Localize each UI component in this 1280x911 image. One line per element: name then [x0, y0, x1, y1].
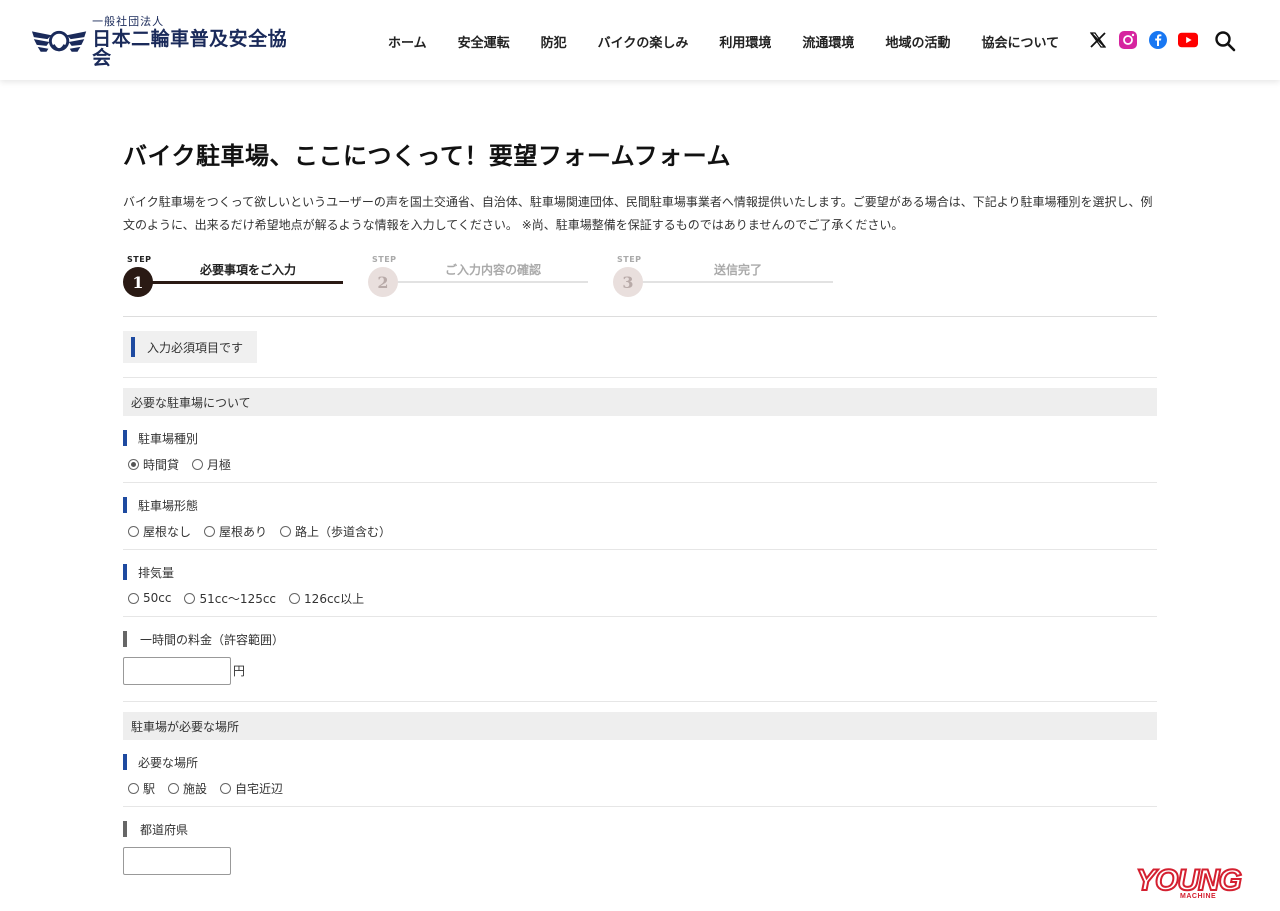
step-indicator: STEP 1 必要事項をご入力 STEP 2 ご入力内容の確認 STEP 3 送… [123, 255, 1157, 317]
radio-button[interactable] [192, 458, 204, 470]
section-parking-location: 駐車場が必要な場所 [123, 712, 1157, 740]
watermark-main: YOUNG [1135, 864, 1243, 897]
nav-bike-fun[interactable]: バイクの楽しみ [598, 32, 689, 51]
step-1: STEP 1 必要事項をご入力 [123, 255, 343, 305]
radio-50cc[interactable]: 50cc [128, 591, 171, 605]
field-displacement: 排気量 50cc 51cc〜125cc 126cc以上 [123, 564, 1157, 617]
section-parking-details: 必要な駐車場について [123, 388, 1157, 416]
radio-near-home[interactable]: 自宅近辺 [220, 780, 283, 797]
nav-usage-environment[interactable]: 利用環境 [719, 32, 771, 51]
fee-unit: 円 [233, 664, 246, 678]
radio-51-125cc[interactable]: 51cc〜125cc [184, 590, 276, 607]
radio-station[interactable]: 駅 [128, 780, 155, 797]
radio-button[interactable] [128, 782, 139, 794]
radio-monthly[interactable]: 月極 [192, 456, 231, 473]
field-label: 排気量 [138, 565, 175, 580]
radio-no-roof[interactable]: 屋根なし [128, 523, 191, 540]
instagram-icon[interactable] [1118, 30, 1138, 50]
social-links [1088, 30, 1208, 50]
page-title: バイク駐車場、ここにつくって！要望フォームフォーム [123, 142, 731, 170]
radio-group: 屋根なし 屋根あり 路上（歩道含む） [123, 523, 1157, 539]
field-parking-type: 駐車場種別 時間貸 月極 [123, 430, 1157, 483]
required-note: 入力必須項目です [123, 331, 258, 363]
field-required-place: 必要な場所 駅 施設 自宅近辺 [123, 754, 1157, 807]
logo-wings-icon [31, 30, 87, 52]
field-prefecture: 都道府県 [123, 821, 1157, 885]
radio-button[interactable] [184, 592, 196, 604]
facebook-icon[interactable] [1148, 30, 1168, 50]
field-hourly-fee: 一時間の料金（許容範囲） 円 [123, 631, 1157, 702]
site-logo[interactable]: 一般社団法人 日本二輪車普及安全協会 [30, 16, 300, 68]
radio-button[interactable] [289, 592, 301, 604]
radio-roof[interactable]: 屋根あり [204, 523, 267, 540]
radio-button[interactable] [128, 525, 139, 537]
radio-button[interactable] [128, 458, 139, 470]
watermark-sub: MACHINE [1180, 893, 1217, 900]
nav-local-activities[interactable]: 地域の活動 [885, 32, 950, 51]
radio-group: 駅 施設 自宅近辺 [123, 780, 1157, 796]
young-machine-watermark: YOUNG MACHINE [1135, 864, 1270, 906]
site-header: 一般社団法人 日本二輪車普及安全協会 ホーム 安全運転 防犯 バイクの楽しみ 利… [0, 0, 1280, 80]
step-label: 必要事項をご入力 [199, 263, 296, 277]
intro-text: バイク駐車場をつくって欲しいというユーザーの声を国土交通省、自治体、駐車場関連団… [123, 195, 1153, 232]
field-label: 必要な場所 [138, 755, 199, 770]
logo-title: 日本二輪車普及安全協会 [92, 28, 288, 69]
radio-button[interactable] [220, 782, 232, 794]
nav-distribution-environment[interactable]: 流通環境 [802, 32, 854, 51]
main-nav: ホーム 安全運転 防犯 バイクの楽しみ 利用環境 流通環境 地域の活動 協会につ… [388, 32, 1090, 51]
fee-input[interactable] [123, 657, 231, 685]
nav-safe-driving[interactable]: 安全運転 [458, 32, 510, 51]
step-3: STEP 3 送信完了 [613, 255, 833, 305]
prefecture-input[interactable] [123, 847, 231, 875]
step-label: 送信完了 [713, 263, 762, 277]
radio-on-street[interactable]: 路上（歩道含む） [280, 523, 391, 540]
main-content: バイク駐車場、ここにつくって！要望フォームフォーム バイク駐車場をつくって欲しい… [123, 120, 1157, 885]
radio-group: 50cc 51cc〜125cc 126cc以上 [123, 590, 1157, 606]
radio-hourly[interactable]: 時間貸 [128, 456, 179, 473]
logo-subtitle: 一般社団法人 [92, 15, 165, 28]
field-label: 駐車場形態 [138, 498, 199, 513]
nav-about[interactable]: 協会について [981, 32, 1059, 51]
radio-group: 時間貸 月極 [123, 456, 1157, 472]
radio-button[interactable] [128, 592, 139, 604]
youtube-icon[interactable] [1178, 30, 1198, 50]
required-note-text: 入力必須項目です [147, 340, 244, 355]
nav-home[interactable]: ホーム [388, 32, 427, 51]
field-label: 駐車場種別 [138, 431, 199, 446]
field-parking-form: 駐車場形態 屋根なし 屋根あり 路上（歩道含む） [123, 497, 1157, 550]
radio-facility[interactable]: 施設 [168, 780, 207, 797]
radio-button[interactable] [204, 525, 216, 537]
radio-126cc-plus[interactable]: 126cc以上 [289, 590, 364, 607]
field-label: 都道府県 [140, 822, 189, 837]
field-label: 一時間の料金（許容範囲） [140, 632, 285, 647]
step-2: STEP 2 ご入力内容の確認 [368, 255, 588, 305]
search-icon[interactable] [1214, 30, 1236, 52]
step-label: ご入力内容の確認 [444, 263, 541, 277]
nav-crime-prevention[interactable]: 防犯 [541, 32, 567, 51]
radio-button[interactable] [280, 525, 292, 537]
x-icon[interactable] [1088, 30, 1108, 50]
radio-button[interactable] [168, 782, 180, 794]
